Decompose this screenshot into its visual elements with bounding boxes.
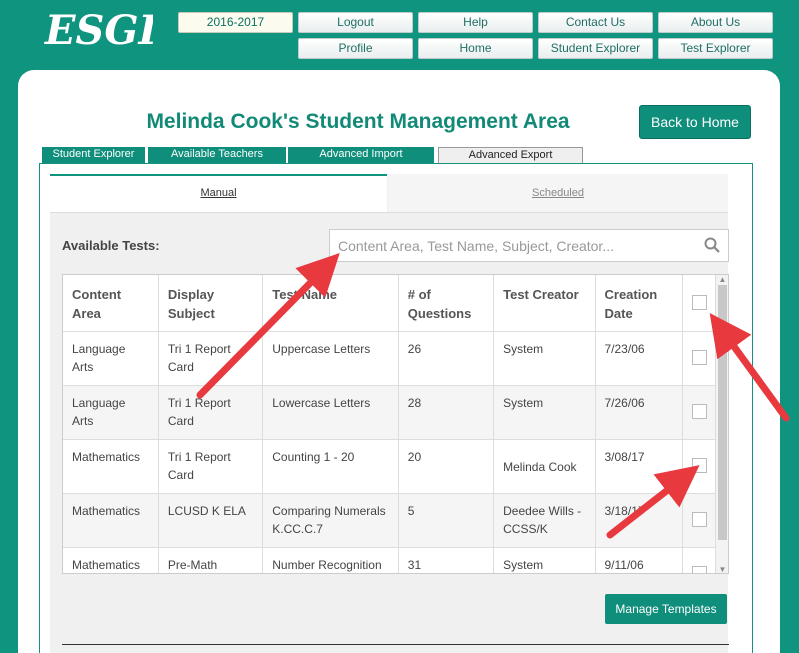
about-us-button[interactable]: About Us [658,12,773,33]
cell-display-subject: LCUSD K ELA [158,493,264,548]
cell-content-area: Mathematics [63,547,159,573]
row-checkbox[interactable] [691,350,707,365]
scroll-down-icon[interactable]: ▼ [716,565,728,573]
col-content-area[interactable]: Content Area [63,275,159,332]
contact-us-button[interactable]: Contact Us [538,12,653,33]
row-select-cell [682,331,718,386]
col-test-creator[interactable]: Test Creator [493,275,596,332]
row-select-cell [682,439,718,494]
select-all-checkbox[interactable] [691,295,707,310]
cell-questions: 5 [398,493,495,548]
cell-test-creator: System [493,331,596,386]
cell-display-subject: Tri 1 Report Card [158,331,264,386]
cell-test-creator: Deedee Wills - CCSS/K [493,493,596,548]
cell-questions: 28 [398,385,495,440]
panel-inner: Manual Scheduled Available Tests: Conten… [50,174,729,653]
back-to-home-button[interactable]: Back to Home [639,105,751,139]
cell-test-name: Counting 1 - 20 [262,439,399,494]
export-panel: Manual Scheduled Available Tests: Conten… [39,163,753,653]
search-placeholder: Content Area, Test Name, Subject, Creato… [338,238,614,254]
cell-creation-date: 3/18/17 [595,493,683,548]
main-card: Melinda Cook's Student Management Area B… [18,70,780,653]
cell-creation-date: 9/11/06 [595,547,683,573]
table-header-row: Content Area Display Subject Test Name #… [63,275,718,332]
row-select-cell [682,547,718,573]
cell-content-area: Mathematics [63,493,159,548]
scrollbar-thumb[interactable] [718,285,727,540]
cell-test-name: Number Recognition [262,547,399,573]
table-row: Language Arts Tri 1 Report Card Uppercas… [63,331,718,386]
cell-test-creator: Melinda Cook [493,439,596,494]
row-select-cell [682,385,718,440]
tab-scheduled[interactable]: Scheduled [388,174,728,212]
search-icon[interactable] [704,237,720,253]
cell-test-name: Comparing Numerals K.CC.C.7 [262,493,399,548]
manage-templates-button[interactable]: Manage Templates [605,594,727,624]
cell-questions: 31 [398,547,495,573]
year-button[interactable]: 2016-2017 [178,12,293,33]
row-checkbox[interactable] [691,458,707,473]
tab-available-teachers[interactable]: Available Teachers [148,147,286,163]
subtab-divider [50,212,728,213]
table-scrollbar[interactable]: ▲ ▼ [715,275,728,573]
test-explorer-button[interactable]: Test Explorer [658,38,773,59]
home-button[interactable]: Home [418,38,533,59]
table-row: Language Arts Tri 1 Report Card Lowercas… [63,385,718,440]
col-test-name[interactable]: Test Name [262,275,399,332]
cell-creation-date: 7/23/06 [595,331,683,386]
tab-advanced-import[interactable]: Advanced Import [288,147,434,163]
row-checkbox[interactable] [691,566,707,573]
select-all-cell [682,275,718,332]
logout-button[interactable]: Logout [298,12,413,33]
col-creation-date[interactable]: Creation Date [595,275,683,332]
cell-display-subject: Pre-Math [158,547,264,573]
profile-button[interactable]: Profile [298,38,413,59]
table-row: Mathematics Tri 1 Report Card Counting 1… [63,439,718,494]
cell-content-area: Language Arts [63,385,159,440]
esgi-logo: ESGI [44,7,153,52]
divider [62,644,729,645]
help-button[interactable]: Help [418,12,533,33]
row-checkbox[interactable] [691,512,707,527]
cell-test-name: Uppercase Letters [262,331,399,386]
cell-display-subject: Tri 1 Report Card [158,439,264,494]
cell-test-creator: System [493,385,596,440]
cell-creation-date: 3/08/17 [595,439,683,494]
svg-text:ESGI: ESGI [44,7,153,52]
row-select-cell [682,493,718,548]
tests-table: Content Area Display Subject Test Name #… [63,275,718,573]
student-explorer-button[interactable]: Student Explorer [538,38,653,59]
tab-manual[interactable]: Manual [50,174,387,212]
cell-questions: 26 [398,331,495,386]
cell-creation-date: 7/26/06 [595,385,683,440]
col-display-subject[interactable]: Display Subject [158,275,264,332]
tab-student-explorer[interactable]: Student Explorer [42,147,145,163]
col-questions[interactable]: # of Questions [398,275,495,332]
cell-test-name: Lowercase Letters [262,385,399,440]
cell-display-subject: Tri 1 Report Card [158,385,264,440]
tests-table-container: Content Area Display Subject Test Name #… [62,274,729,574]
cell-questions: 20 [398,439,495,494]
available-tests-label: Available Tests: [62,238,160,253]
table-row: Mathematics LCUSD K ELA Comparing Numera… [63,493,718,548]
cell-content-area: Mathematics [63,439,159,494]
page-title: Melinda Cook's Student Management Area [146,110,570,133]
search-input[interactable]: Content Area, Test Name, Subject, Creato… [329,229,729,262]
row-checkbox[interactable] [691,404,707,419]
scroll-up-icon[interactable]: ▲ [716,275,728,285]
tab-advanced-export[interactable]: Advanced Export [438,147,583,163]
table-row: Mathematics Pre-Math Number Recognition … [63,547,718,573]
cell-content-area: Language Arts [63,331,159,386]
cell-test-creator: System [493,547,596,573]
